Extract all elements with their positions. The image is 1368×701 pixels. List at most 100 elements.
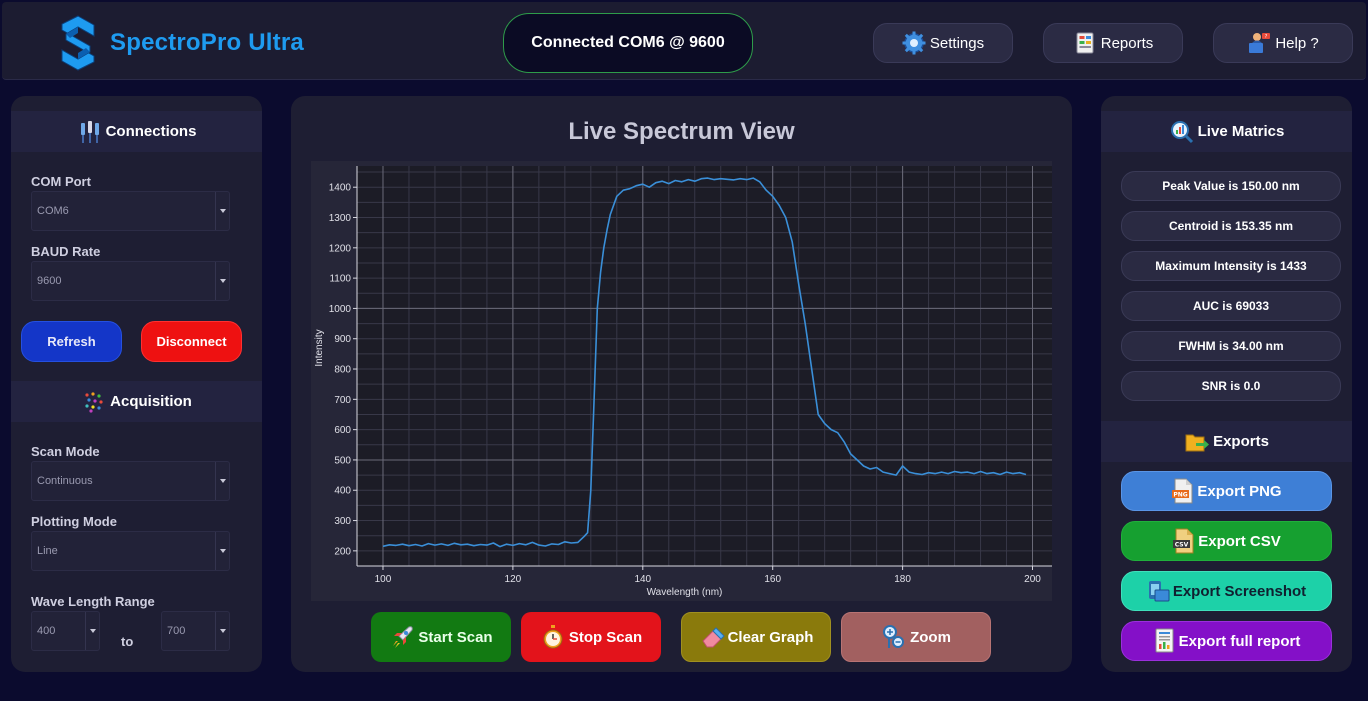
help-label: Help ? [1275,34,1319,52]
scan-mode-value: Continuous [37,475,93,487]
spectrum-title: Live Spectrum View [568,118,795,145]
top-header: SpectroPro Ultra Connected COM6 @ 9600 S… [2,2,1366,80]
plotting-mode-select[interactable]: Line [31,531,230,571]
x-tick-label: 160 [764,574,781,585]
acquisition-title: Acquisition [110,393,192,410]
com-port-label: COM Port [31,174,91,189]
x-tick-label: 120 [505,574,522,585]
start-scan-label: Start Scan [418,628,493,646]
export-screenshot-label: Export Screenshot [1172,582,1307,600]
wave-max-select[interactable]: 700 [161,611,230,651]
export-csv-label: Export CSV [1198,532,1281,550]
com-port-select[interactable]: COM6 [31,191,230,231]
connections-header: Connections [11,111,262,152]
y-tick-label: 800 [334,365,351,376]
plotting-mode-label: Plotting Mode [31,514,117,529]
chevron-down-icon [215,612,229,650]
y-tick-label: 500 [334,455,351,466]
y-tick-label: 1000 [329,304,352,315]
stop-scan-label: Stop Scan [568,628,643,646]
spectrum-plot[interactable]: 100 120 140 160 180 200 200 300 400 500 600 700 800 9… [311,161,1052,601]
x-tick-label: 140 [634,574,651,585]
x-tick-label: 100 [375,574,392,585]
clear-graph-label: Clear Graph [727,628,814,646]
right-panel: Live Matrics Peak Value is 150.00 nm Cen… [1101,96,1352,672]
export-png-label: Export PNG [1197,482,1282,500]
x-tick-label: 180 [894,574,911,585]
connections-title: Connections [105,123,197,140]
magnifier-chart-icon [1170,120,1193,143]
wave-max-value: 700 [167,625,186,637]
y-tick-label: 900 [334,334,351,345]
start-scan-button[interactable]: Start Scan [371,612,511,662]
x-tick-label: 200 [1024,574,1041,585]
wave-range-label: Wave Length Range [31,594,155,609]
app-window: SpectroPro Ultra Connected COM6 @ 9600 S… [0,0,1368,701]
y-tick-label: 1400 [329,183,352,194]
wave-min-select[interactable]: 400 [31,611,100,651]
export-png-button[interactable]: PNG Export PNG [1121,471,1332,511]
stopwatch-icon [543,625,563,649]
scan-mode-label: Scan Mode [31,444,100,459]
clear-graph-button[interactable]: Clear Graph [681,612,831,662]
baud-rate-select[interactable]: 9600 [31,261,230,301]
snr-metric: SNR is 0.0 [1121,371,1341,401]
help-desk-icon: ? [1249,33,1271,53]
help-button[interactable]: ? Help ? [1213,23,1353,63]
report-icon [1076,32,1094,54]
auc-metric: AUC is 69033 [1121,291,1341,321]
y-tick-label: 300 [334,516,351,527]
refresh-button[interactable]: Refresh [21,321,122,362]
y-tick-label: 600 [334,425,351,436]
y-tick-label: 700 [334,395,351,406]
zoom-button[interactable]: Zoom [841,612,991,662]
reports-label: Reports [1100,34,1154,52]
scan-mode-select[interactable]: Continuous [31,461,230,501]
live-metrics-title: Live Matrics [1197,123,1285,140]
png-file-icon: PNG [1172,478,1193,504]
screenshot-icon [1148,581,1170,602]
exports-header: Exports [1101,421,1352,462]
svg-text:PNG: PNG [1174,492,1188,499]
chevron-down-icon [215,192,229,230]
acquisition-header: Acquisition [11,381,262,422]
export-full-report-button[interactable]: Export full report [1121,621,1332,661]
csv-file-icon: CSV [1173,528,1194,554]
centroid-metric: Centroid is 153.35 nm [1121,211,1341,241]
exports-title: Exports [1213,433,1269,450]
disconnect-button[interactable]: Disconnect [141,321,242,362]
y-tick-label: 200 [334,546,351,557]
baud-rate-label: BAUD Rate [31,244,101,259]
report-document-icon [1155,628,1174,653]
chevron-down-icon [215,462,229,500]
y-tick-label: 1200 [329,243,352,254]
max-intensity-metric: Maximum Intensity is 1433 [1121,251,1341,281]
x-axis-label: Wavelength (nm) [647,587,723,598]
chevron-down-icon [215,532,229,570]
chevron-down-icon [215,262,229,300]
spectrum-dots-icon [85,391,103,413]
range-to-label: to [121,634,134,649]
cable-icon [80,120,99,143]
com-port-value: COM6 [37,205,69,217]
reports-button[interactable]: Reports [1043,23,1183,63]
fwhm-metric: FWHM is 34.00 nm [1121,331,1341,361]
peak-value-metric: Peak Value is 150.00 nm [1121,171,1341,201]
rocket-icon [393,626,414,648]
baud-rate-value: 9600 [37,275,62,287]
chevron-down-icon [85,612,99,650]
export-folder-icon [1185,434,1210,451]
zoom-label: Zoom [910,628,951,646]
settings-button[interactable]: Settings [873,23,1013,63]
stop-scan-button[interactable]: Stop Scan [521,612,661,662]
zoom-icon [883,625,905,648]
spectrum-chart[interactable]: 100 120 140 160 180 200 200 300 400 500 600 700 800 9… [311,161,1052,601]
app-title: SpectroPro Ultra [110,29,304,56]
svg-text:?: ? [1265,34,1268,40]
svg-text:CSV: CSV [1175,542,1189,549]
export-csv-button[interactable]: CSV Export CSV [1121,521,1332,561]
y-tick-label: 1100 [329,274,351,285]
export-screenshot-button[interactable]: Export Screenshot [1121,571,1332,611]
gear-icon [902,31,926,55]
export-full-report-label: Export full report [1178,632,1301,650]
